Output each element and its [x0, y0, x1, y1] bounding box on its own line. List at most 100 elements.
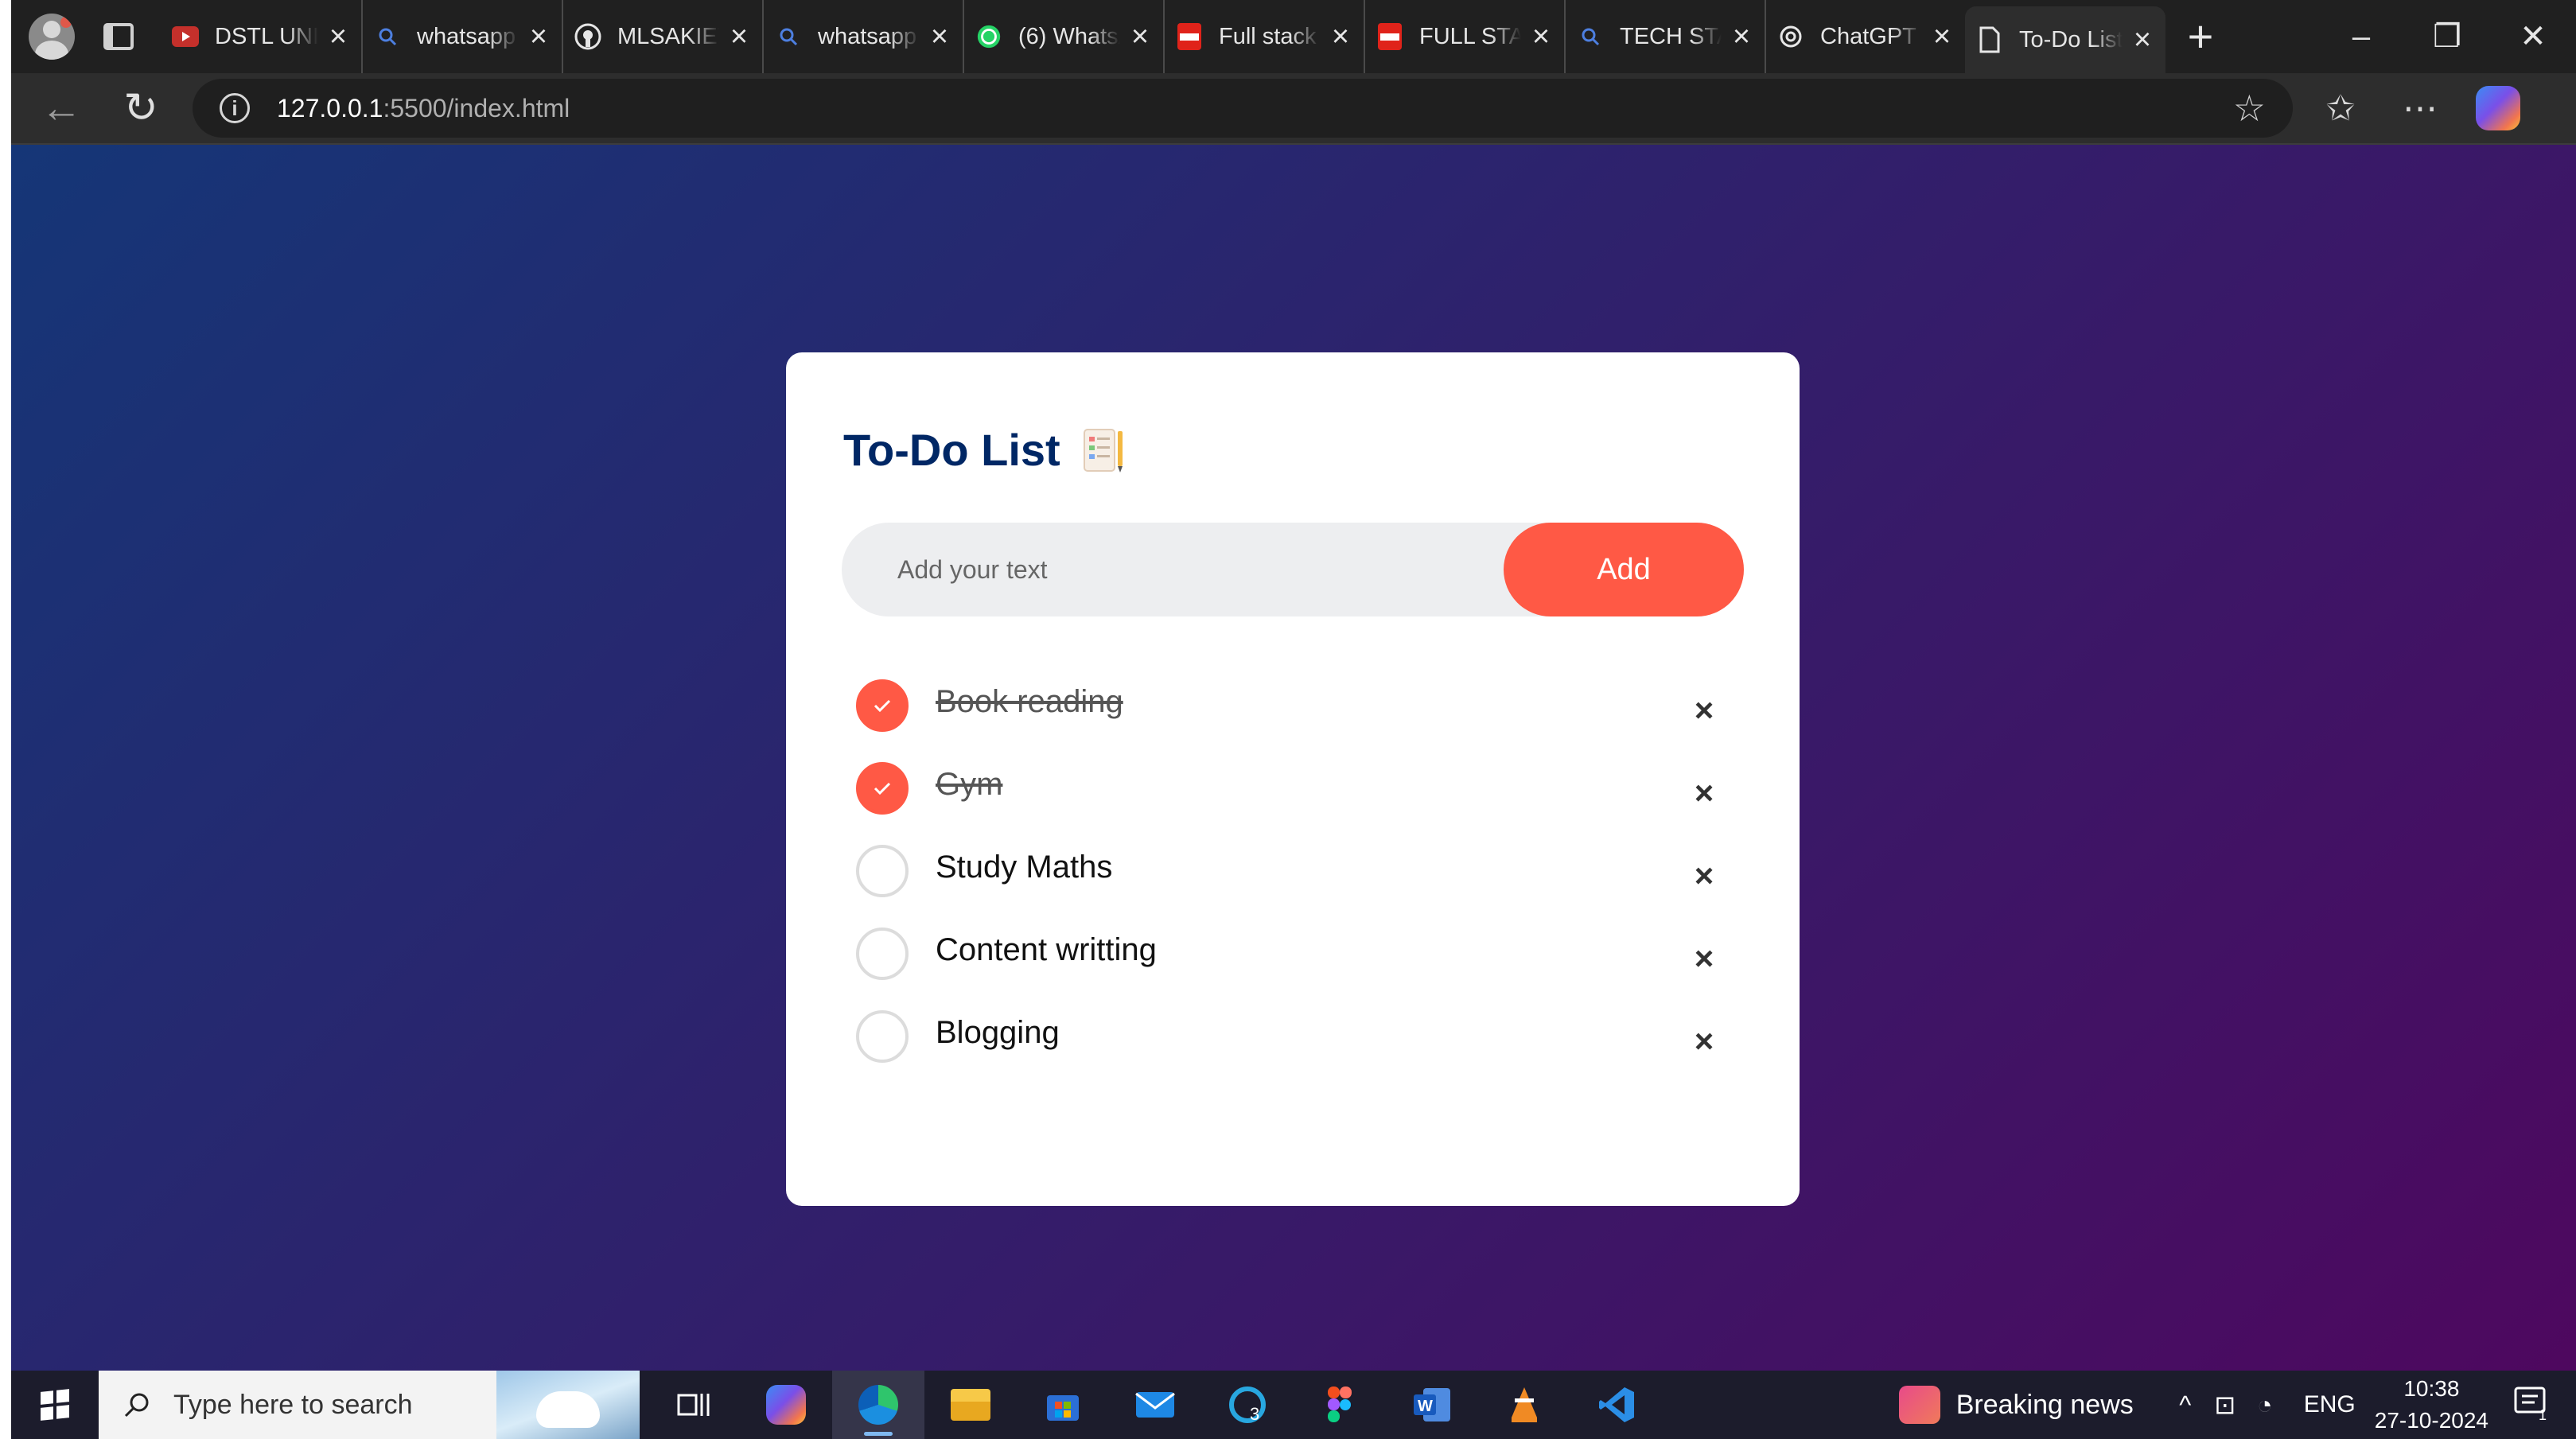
- minimize-icon[interactable]: –: [2318, 0, 2404, 73]
- youtube-icon: [172, 23, 199, 50]
- browser-tab[interactable]: (6) WhatsApp ×: [963, 0, 1163, 73]
- browser-tab[interactable]: TECH STACK ×: [1564, 0, 1765, 73]
- more-options-icon[interactable]: ⋯: [2396, 84, 2444, 132]
- browser-tab-active[interactable]: To-Do List ×: [1965, 6, 2165, 73]
- info-icon[interactable]: i: [220, 93, 250, 123]
- todo-item[interactable]: Gym ×: [842, 747, 1744, 830]
- close-icon[interactable]: ×: [926, 21, 953, 52]
- mail-icon[interactable]: [1109, 1371, 1201, 1439]
- browser-tab[interactable]: FULL STACK ×: [1364, 0, 1564, 73]
- clock-date: 27-10-2024: [2374, 1408, 2488, 1433]
- device-icon[interactable]: ⊡: [2205, 1390, 2245, 1420]
- pdf-icon: [1376, 23, 1403, 50]
- close-icon[interactable]: ×: [525, 21, 552, 52]
- remove-icon[interactable]: ×: [1688, 942, 1720, 975]
- search-icon: [374, 23, 401, 50]
- vscode-icon[interactable]: [1570, 1371, 1663, 1439]
- remove-icon[interactable]: ×: [1688, 694, 1720, 727]
- tab-title: Full stack: [1219, 23, 1317, 49]
- todo-input[interactable]: [842, 554, 1504, 585]
- close-icon[interactable]: ×: [1327, 21, 1354, 52]
- window-controls: – ❐ ✕: [2318, 0, 2576, 73]
- browser-tab[interactable]: Full stack ×: [1163, 0, 1364, 73]
- word-icon[interactable]: W: [1386, 1371, 1478, 1439]
- remove-icon[interactable]: ×: [1688, 859, 1720, 893]
- clock[interactable]: 10:38 27-10-2024: [2375, 1373, 2488, 1437]
- todo-item-text: Gym: [936, 766, 1003, 802]
- favorites-icon[interactable]: ✩: [2317, 84, 2364, 132]
- svg-text:3: 3: [1250, 1404, 1259, 1424]
- search-icon: [1577, 23, 1604, 50]
- close-icon[interactable]: ×: [1728, 21, 1755, 52]
- copilot-taskbar-icon[interactable]: [740, 1371, 832, 1439]
- browser-tab[interactable]: ChatGPT ×: [1765, 0, 1965, 73]
- copilot-icon[interactable]: [2476, 86, 2520, 130]
- notification-icon[interactable]: 1: [2512, 1385, 2552, 1425]
- todo-item[interactable]: Content writting ×: [842, 912, 1744, 995]
- page-icon: [1976, 26, 2003, 53]
- unchecked-circle-icon[interactable]: [856, 928, 909, 980]
- close-icon[interactable]: ×: [2129, 25, 2156, 55]
- taskbar-search[interactable]: Type here to search: [99, 1371, 640, 1439]
- todo-item-text: Blogging: [936, 1014, 1060, 1050]
- search-icon: [123, 1390, 151, 1419]
- close-icon[interactable]: ×: [325, 21, 352, 52]
- news-label: Breaking news: [1955, 1389, 2134, 1420]
- notepad-icon: [1081, 426, 1126, 474]
- figma-icon[interactable]: [1294, 1371, 1386, 1439]
- tab-title: To-Do List: [2019, 26, 2123, 53]
- file-explorer-icon[interactable]: [924, 1371, 1017, 1439]
- chevron-up-icon[interactable]: ^: [2165, 1390, 2205, 1420]
- todo-item[interactable]: Blogging ×: [842, 995, 1744, 1078]
- url-text: 127.0.0.1:5500/index.html: [277, 93, 570, 123]
- remove-icon[interactable]: ×: [1688, 1025, 1720, 1058]
- unchecked-circle-icon[interactable]: [856, 845, 909, 897]
- address-bar[interactable]: i 127.0.0.1:5500/index.html ☆: [193, 79, 2293, 138]
- browser-toolbar: ← ↻ i 127.0.0.1:5500/index.html ☆ ✩ ⋯: [11, 73, 2576, 145]
- tab-title: ChatGPT: [1820, 23, 1916, 49]
- back-arrow-icon[interactable]: ←: [33, 80, 89, 136]
- close-icon[interactable]: ×: [1527, 21, 1555, 52]
- refresh-icon[interactable]: ↻: [113, 80, 169, 136]
- whatsapp-taskbar-icon[interactable]: 3: [1201, 1371, 1294, 1439]
- whatsapp-icon: [975, 23, 1002, 50]
- browser-tabbar: DSTL UNIT × whatsapp × MLSAKIET × whatsa…: [11, 0, 2576, 73]
- close-icon[interactable]: ×: [1928, 21, 1955, 52]
- close-icon[interactable]: ×: [1127, 21, 1154, 52]
- vlc-icon[interactable]: [1478, 1371, 1570, 1439]
- tab-title: (6) WhatsApp: [1018, 23, 1120, 49]
- tab-actions-icon[interactable]: [103, 23, 134, 50]
- checked-icon[interactable]: [856, 679, 909, 732]
- favorite-star-icon[interactable]: ☆: [2233, 87, 2266, 130]
- browser-tab[interactable]: whatsapp ×: [762, 0, 963, 73]
- browser-tab[interactable]: MLSAKIET ×: [562, 0, 762, 73]
- unchecked-circle-icon[interactable]: [856, 1010, 909, 1063]
- svg-text:1: 1: [2539, 1407, 2547, 1421]
- wifi-icon[interactable]: ◔: [2245, 1390, 2285, 1420]
- store-icon[interactable]: [1017, 1371, 1109, 1439]
- edge-icon[interactable]: [832, 1371, 924, 1439]
- news-widget[interactable]: Breaking news: [1898, 1386, 2134, 1424]
- tab-title: FULL STACK: [1419, 23, 1521, 49]
- new-tab-button[interactable]: +: [2177, 13, 2224, 60]
- close-icon[interactable]: ×: [726, 21, 753, 52]
- browser-tab[interactable]: DSTL UNIT ×: [161, 0, 361, 73]
- system-tray: Breaking news ^ ⊡ ◔ ENG 10:38 27-10-2024…: [1898, 1371, 2576, 1439]
- page-title: To-Do List: [843, 424, 1126, 476]
- profile-avatar[interactable]: [29, 14, 75, 60]
- todo-item-text: Book reading: [936, 683, 1123, 719]
- remove-icon[interactable]: ×: [1688, 776, 1720, 810]
- taskbar: Type here to search 3 W Breaking news ^ …: [11, 1371, 2576, 1439]
- task-view-icon[interactable]: [648, 1371, 740, 1439]
- checked-icon[interactable]: [856, 762, 909, 815]
- tab-title: MLSAKIET: [617, 23, 719, 49]
- window-close-icon[interactable]: ✕: [2490, 0, 2576, 73]
- browser-tab[interactable]: whatsapp ×: [361, 0, 562, 73]
- restore-icon[interactable]: ❐: [2404, 0, 2490, 73]
- windows-start-icon[interactable]: [11, 1371, 99, 1439]
- add-button[interactable]: Add: [1504, 523, 1744, 616]
- language-indicator[interactable]: ENG: [2304, 1391, 2356, 1418]
- todo-title-text: To-Do List: [843, 425, 1060, 475]
- todo-item[interactable]: Study Maths ×: [842, 830, 1744, 912]
- todo-item[interactable]: Book reading ×: [842, 664, 1744, 747]
